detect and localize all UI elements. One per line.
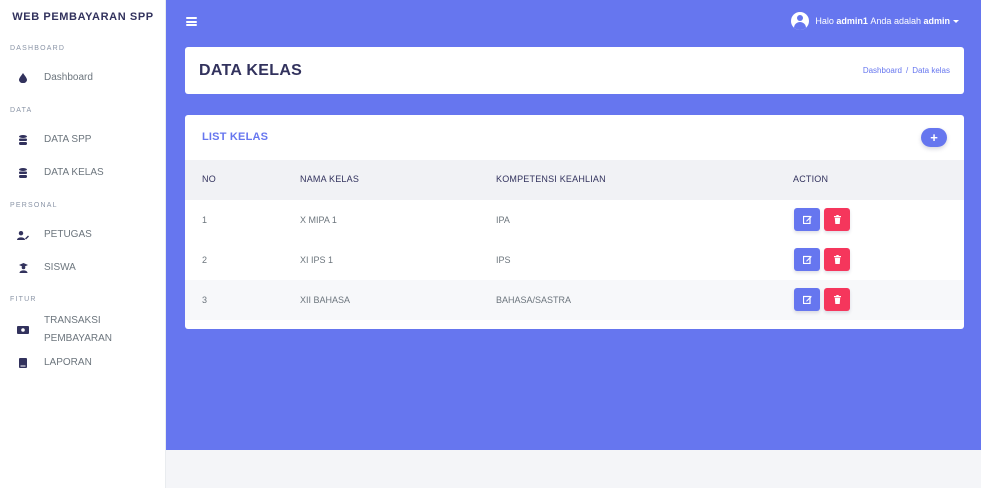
page-header-card: DATA KELAS Dashboard / Data kelas (185, 47, 964, 94)
list-title: LIST KELAS (202, 131, 269, 143)
menu-toggle-icon[interactable] (186, 17, 197, 26)
cell-kompetensi: IPA (496, 215, 510, 225)
graduate-icon (17, 262, 29, 274)
column-header-no: NO (202, 174, 216, 184)
trash-icon (833, 295, 841, 304)
delete-button[interactable] (824, 288, 850, 311)
trash-icon (833, 215, 841, 224)
sidebar-item-transaksi-pembayaran[interactable]: TRANSAKSI PEMBAYARAN (0, 312, 166, 348)
list-kelas-card: LIST KELAS + NO NAMA KELAS KOMPETENSI KE… (185, 115, 964, 329)
cell-nama-kelas: X MIPA 1 (300, 215, 337, 225)
section-title-fitur: FITUR (10, 296, 37, 303)
edit-icon (802, 255, 812, 264)
username: admin1 (836, 16, 868, 26)
sidebar-item-label: LAPORAN (44, 357, 92, 368)
sidebar-item-label: DATA SPP (44, 134, 92, 145)
breadcrumb-current: Data kelas (912, 66, 950, 75)
delete-button[interactable] (824, 248, 850, 271)
sidebar-item-label: TRANSAKSI PEMBAYARAN (44, 315, 112, 344)
cell-no: 1 (202, 215, 208, 225)
cell-no: 3 (202, 295, 208, 305)
section-title-data: DATA (10, 107, 33, 114)
breadcrumb-dashboard[interactable]: Dashboard (863, 66, 902, 75)
sidebar-item-label: DATA KELAS (44, 167, 104, 178)
role-prefix: Anda adalah (870, 16, 921, 26)
delete-button[interactable] (824, 208, 850, 231)
section-title-dashboard: DASHBOARD (10, 45, 66, 52)
section-title-personal: PERSONAL (10, 202, 58, 209)
edit-button[interactable] (794, 248, 820, 271)
sidebar-item-laporan[interactable]: LAPORAN (0, 349, 166, 377)
user-role: admin (923, 16, 950, 26)
cell-kompetensi: BAHASA/SASTRA (496, 295, 572, 305)
edit-icon (802, 215, 812, 224)
avatar-icon (791, 12, 810, 30)
sidebar-item-label: SISWA (44, 262, 76, 273)
page-title: DATA KELAS (199, 62, 303, 79)
plus-icon: + (930, 130, 938, 145)
edit-button[interactable] (794, 208, 820, 231)
sidebar-item-petugas[interactable]: PETUGAS (0, 220, 166, 250)
table-row: 1 X MIPA 1 IPA (185, 200, 964, 240)
table-row: 2 XI IPS 1 IPS (185, 240, 964, 280)
column-header-action: ACTION (793, 174, 829, 184)
sidebar: WEB PEMBAYARAN SPP DASHBOARD Dashboard D… (0, 0, 166, 488)
caret-down-icon (953, 19, 959, 23)
sidebar-item-data-spp[interactable]: DATA SPP (0, 125, 166, 155)
breadcrumb-separator: / (905, 66, 909, 75)
sidebar-item-siswa[interactable]: SISWA (0, 253, 166, 283)
book-icon (17, 357, 29, 369)
drop-icon (17, 72, 29, 84)
user-edit-icon (17, 229, 29, 241)
user-menu[interactable]: Halo admin1 Anda adalah admin (791, 12, 959, 30)
brand-title: WEB PEMBAYARAN SPP (12, 11, 154, 23)
table-row: 3 XII BAHASA BAHASA/SASTRA (185, 280, 964, 320)
breadcrumb: Dashboard / Data kelas (863, 66, 950, 75)
content-background (166, 450, 981, 488)
money-icon (17, 324, 29, 336)
add-kelas-button[interactable]: + (921, 128, 947, 147)
sidebar-item-label: PETUGAS (44, 229, 92, 240)
database-icon (17, 167, 29, 179)
edit-button[interactable] (794, 288, 820, 311)
database-icon (17, 134, 29, 146)
sidebar-item-label: Dashboard (44, 72, 93, 83)
trash-icon (833, 255, 841, 264)
cell-nama-kelas: XI IPS 1 (300, 255, 334, 265)
table-header: NO NAMA KELAS KOMPETENSI KEAHLIAN ACTION (185, 160, 964, 200)
sidebar-item-dashboard[interactable]: Dashboard (0, 63, 166, 93)
column-header-kompetensi: KOMPETENSI KEAHLIAN (496, 174, 606, 184)
cell-no: 2 (202, 255, 208, 265)
column-header-nama-kelas: NAMA KELAS (300, 174, 360, 184)
cell-nama-kelas: XII BAHASA (300, 295, 351, 305)
sidebar-item-data-kelas[interactable]: DATA KELAS (0, 158, 166, 188)
cell-kompetensi: IPS (496, 255, 511, 265)
edit-icon (802, 295, 812, 304)
greeting-text: Halo (815, 16, 834, 26)
